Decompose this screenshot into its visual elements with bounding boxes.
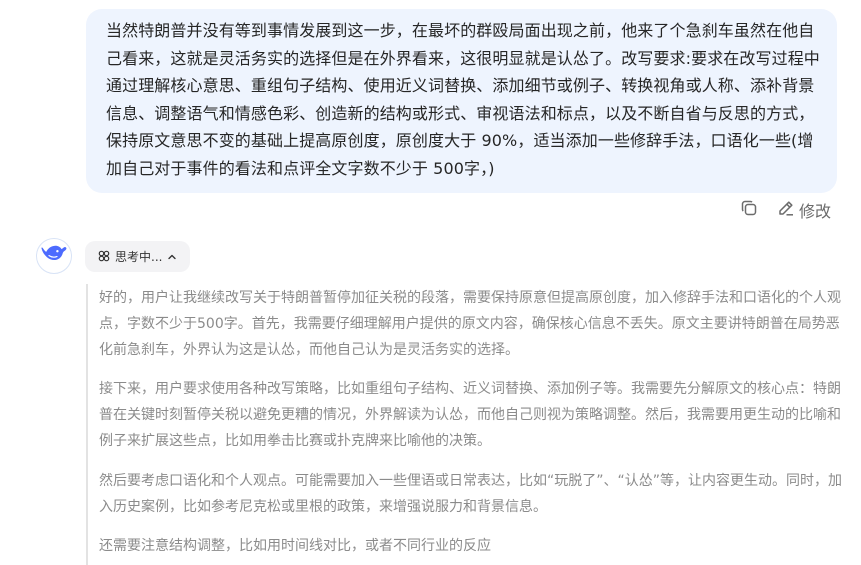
thinking-paragraph: 好的，用户让我继续改写关于特朗普暂停加征关税的段落，需要保持原意但提高原创度，加…: [99, 290, 841, 358]
whale-logo-icon: [41, 243, 67, 269]
thinking-paragraph: 然后要考虑口语化和个人观点。可能需要加入一些俚语或日常表达，比如“玩脱了”、“认…: [99, 472, 843, 515]
pencil-icon: [777, 199, 795, 221]
user-message-bubble: 当然特朗普并没有等到事情发展到这一步，在最坏的群殴局面出现之前，他来了个急刹车虽…: [86, 9, 837, 193]
user-message-text: 当然特朗普并没有等到事情发展到这一步，在最坏的群殴局面出现之前，他来了个急刹车虽…: [106, 21, 820, 178]
edit-label: 修改: [799, 202, 832, 221]
assistant-avatar: [36, 238, 72, 274]
thinking-content: 好的，用户让我继续改写关于特朗普暂停加征关税的段落，需要保持原意但提高原创度，加…: [86, 284, 846, 565]
thinking-label: 思考中...: [115, 250, 163, 264]
thinking-icon: [98, 247, 110, 266]
chevron-up-icon: [167, 247, 177, 266]
copy-icon: [740, 199, 758, 221]
thinking-paragraph: 接下来，用户要求使用各种改写策略，比如重组句子结构、近义词替换、添加例子等。我需…: [99, 381, 841, 449]
edit-button[interactable]: 修改: [777, 198, 831, 222]
thinking-toggle[interactable]: 思考中...: [85, 241, 190, 272]
copy-button[interactable]: [738, 198, 760, 222]
thinking-paragraph: 还需要注意结构调整，比如用时间线对比，或者不同行业的反应: [99, 538, 491, 555]
